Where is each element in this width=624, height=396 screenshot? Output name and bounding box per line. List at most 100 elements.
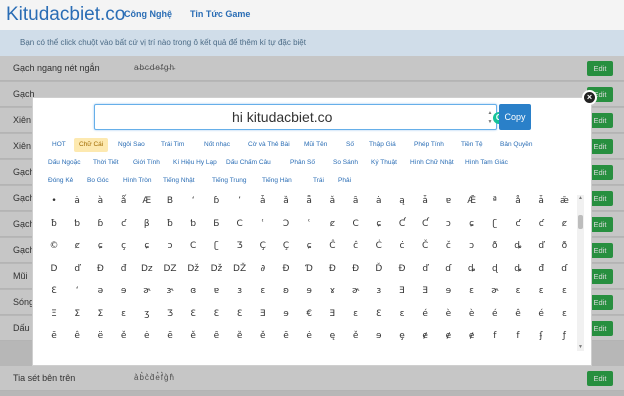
symbol-cell[interactable]: ė	[136, 328, 158, 344]
symbol-cell[interactable]: Ǝ	[252, 306, 274, 322]
symbol-cell[interactable]: Dž	[182, 261, 204, 277]
symbol-cell[interactable]: č	[437, 238, 459, 254]
symbol-cell[interactable]: ǎ	[321, 193, 343, 209]
category-tab[interactable]: Cờ và Thẻ Bài	[243, 138, 295, 152]
category-tab[interactable]: Dấu Ngoặc	[43, 156, 86, 170]
category-tab[interactable]: Chữ Cái	[74, 138, 109, 152]
symbol-cell[interactable]: é	[414, 306, 436, 322]
symbol-cell[interactable]: Ƈ	[414, 216, 436, 232]
symbol-cell[interactable]: ɚ	[484, 283, 506, 299]
symbol-cell[interactable]: ɓ	[89, 216, 111, 232]
category-tab[interactable]: Bo Góc	[82, 174, 114, 188]
symbol-cell[interactable]: ɇ	[461, 328, 483, 344]
symbol-cell[interactable]: ȃ	[345, 193, 367, 209]
symbol-cell[interactable]: ɖ	[484, 261, 506, 277]
symbol-cell[interactable]: ë	[89, 328, 111, 344]
symbol-cell[interactable]: ƅ	[182, 216, 204, 232]
scroll-up-icon[interactable]: ▲	[577, 195, 584, 202]
symbol-cell[interactable]: ʼ	[229, 193, 251, 209]
symbol-cell[interactable]: ɛ	[553, 283, 575, 299]
symbol-cell[interactable]: ɘ	[437, 283, 459, 299]
category-tab[interactable]: So Sánh	[328, 156, 363, 170]
symbol-cell[interactable]: ɛ	[530, 283, 552, 299]
symbol-cell[interactable]: ď	[530, 238, 552, 254]
symbol-cell[interactable]: ɚ	[345, 283, 367, 299]
symbol-cell[interactable]: Σ	[89, 306, 111, 322]
symbol-cell[interactable]: Ď	[368, 261, 390, 277]
symbol-cell[interactable]: ƀ	[159, 216, 181, 232]
symbol-cell[interactable]: DŽ	[229, 261, 251, 277]
symbol-cell[interactable]: ɜ	[229, 283, 251, 299]
symbol-cell[interactable]: ɕ	[136, 238, 158, 254]
category-tab[interactable]: Tiền Tệ	[456, 138, 488, 152]
symbol-cell[interactable]: ċ	[391, 238, 413, 254]
symbol-cell[interactable]: é	[484, 306, 506, 322]
symbol-cell[interactable]: ç	[113, 238, 135, 254]
category-tab[interactable]: Trái Tim	[156, 138, 189, 152]
symbol-cell[interactable]: ª	[484, 193, 506, 209]
symbol-cell[interactable]: ď	[414, 261, 436, 277]
spin-down-icon[interactable]: ▼	[488, 119, 493, 125]
symbol-cell[interactable]: Ʒ	[159, 306, 181, 322]
symbol-cell[interactable]: ē	[159, 328, 181, 344]
symbol-cell[interactable]: ɕ	[298, 238, 320, 254]
symbol-cell[interactable]: ʚ	[275, 283, 297, 299]
symbol-cell[interactable]: Ξ	[43, 306, 65, 322]
symbol-cell[interactable]: Ɛ	[205, 306, 227, 322]
symbol-cell[interactable]: Ɛ	[368, 306, 390, 322]
category-tab[interactable]: Giới Tính	[128, 156, 165, 170]
symbol-cell[interactable]: Ɔ	[275, 216, 297, 232]
symbol-cell[interactable]: Ǝ	[391, 283, 413, 299]
symbol-cell[interactable]: Ǝ	[414, 283, 436, 299]
symbol-cell[interactable]: C	[229, 216, 251, 232]
category-tab[interactable]: Phép Tính	[409, 138, 449, 152]
symbol-cell[interactable]: ĉ	[345, 238, 367, 254]
category-tab[interactable]: Thời Tiết	[88, 156, 124, 170]
symbol-cell[interactable]: ʒ	[136, 306, 158, 322]
symbol-cell[interactable]: ǻ	[113, 193, 135, 209]
symbol-cell[interactable]: ǡ	[530, 193, 552, 209]
symbol-cell[interactable]: ʻ	[182, 193, 204, 209]
copy-button[interactable]: Copy	[499, 104, 531, 130]
symbol-cell[interactable]: β	[136, 216, 158, 232]
symbol-cell[interactable]: ȩ	[391, 328, 413, 344]
spin-up-icon[interactable]: ▲	[488, 110, 493, 116]
symbol-cell[interactable]: ȧ	[368, 193, 390, 209]
symbol-cell[interactable]: ȧ	[66, 193, 88, 209]
symbol-cell[interactable]: ɕ	[461, 216, 483, 232]
category-tab[interactable]: Trái	[308, 174, 329, 188]
symbol-cell[interactable]: ê	[66, 328, 88, 344]
symbol-cell[interactable]: é	[530, 306, 552, 322]
category-tab[interactable]: Tiếng Nhật	[158, 174, 200, 188]
symbol-cell[interactable]: ȡ	[507, 238, 529, 254]
symbol-cell[interactable]: ©	[43, 238, 65, 254]
symbol-cell[interactable]: Ɖ	[275, 261, 297, 277]
symbol-cell[interactable]: ě	[252, 328, 274, 344]
symbol-cell[interactable]: Đ	[89, 261, 111, 277]
category-tab[interactable]: Kí Hiệu Hy Lạp	[168, 156, 222, 170]
symbol-cell[interactable]: ɛ	[113, 306, 135, 322]
symbol-cell[interactable]: ɘ	[368, 328, 390, 344]
category-tab[interactable]: Hình Chữ Nhật	[405, 156, 459, 170]
symbol-cell[interactable]: à	[89, 193, 111, 209]
symbol-cell[interactable]: Æ	[136, 193, 158, 209]
symbol-cell[interactable]: ɛ	[345, 306, 367, 322]
scroll-down-icon[interactable]: ▼	[577, 344, 584, 351]
scroll-thumb[interactable]	[578, 215, 583, 229]
category-tab[interactable]: Tiếng Trung	[207, 174, 251, 188]
symbol-cell[interactable]: ə	[89, 283, 111, 299]
symbol-cell[interactable]: f	[507, 328, 529, 344]
symbol-cell[interactable]: ɘ	[113, 283, 135, 299]
symbol-cell[interactable]: ʻ	[66, 283, 88, 299]
symbol-cell[interactable]: ą	[391, 193, 413, 209]
symbol-cell[interactable]: ɤ	[321, 283, 343, 299]
symbol-cell[interactable]: è	[437, 306, 459, 322]
symbol-cell[interactable]: ȼ	[553, 216, 575, 232]
symbol-cell[interactable]: ƈ	[530, 216, 552, 232]
symbol-cell[interactable]: ɛ	[252, 283, 274, 299]
category-tab[interactable]: Bản Quyền	[495, 138, 538, 152]
symbol-cell[interactable]: Ç	[275, 238, 297, 254]
symbol-cell[interactable]: ȅ	[229, 328, 251, 344]
symbol-cell[interactable]: ɗ	[437, 261, 459, 277]
symbol-cell[interactable]: ƈ	[507, 216, 529, 232]
